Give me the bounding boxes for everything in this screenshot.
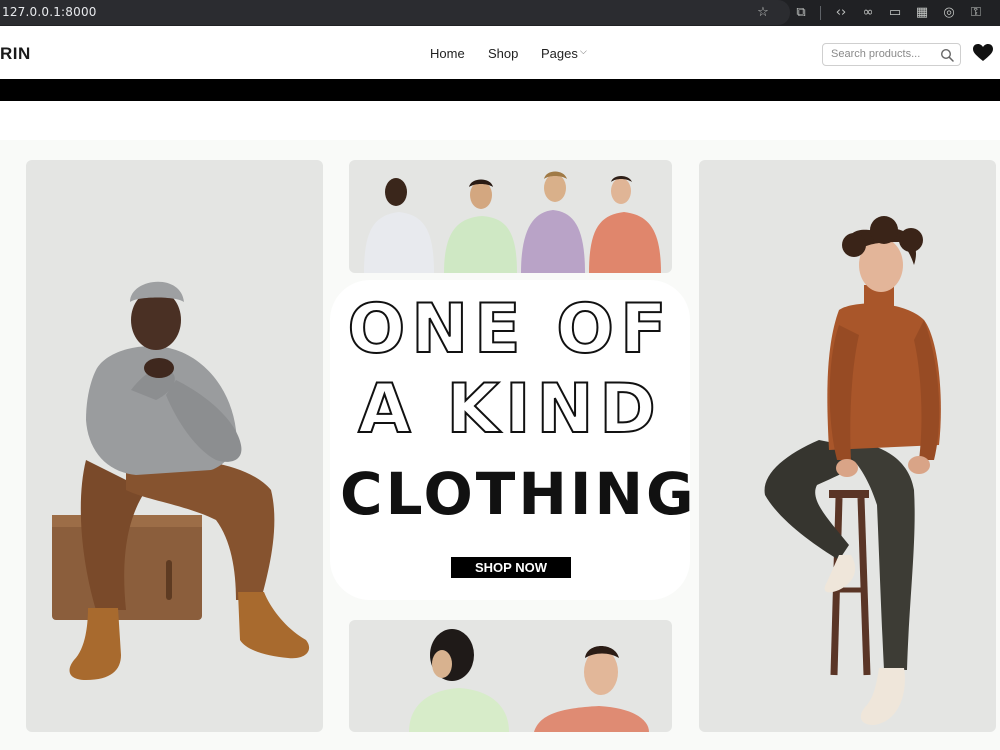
key-icon[interactable]: ⚿ <box>967 4 985 22</box>
link-icon[interactable]: ∞ <box>859 4 877 22</box>
nav-pages-link[interactable]: Pages <box>541 46 578 61</box>
site-header: RIN Home Shop Pages ⌵ <box>0 26 1000 79</box>
hero-image-top-group <box>349 160 672 273</box>
heart-icon[interactable] <box>973 44 993 62</box>
address-bar[interactable]: 127.0.0.1:8000 ☆ <box>0 0 790 25</box>
hero-headline-line3: CLOTHING <box>340 460 697 528</box>
chevron-down-icon[interactable]: ⌵ <box>580 46 587 57</box>
code-icon[interactable]: ‹› <box>832 4 850 22</box>
hero-headline-line2: A KIND <box>357 369 662 450</box>
search-box <box>822 43 961 66</box>
cast-icon[interactable]: ▭ <box>886 4 904 22</box>
shop-now-button[interactable]: SHOP NOW <box>451 557 571 578</box>
hero-image-right <box>699 160 996 732</box>
announcement-bar <box>0 79 1000 101</box>
qr-code-icon[interactable]: ▦ <box>913 4 931 22</box>
browser-toolbar: 127.0.0.1:8000 ☆ ⧉ ‹› ∞ ▭ ▦ ◎ ⚿ <box>0 0 1000 26</box>
site-logo[interactable]: RIN <box>0 44 31 64</box>
toolbar-divider <box>820 6 821 20</box>
hero-section: ONE OF A KIND CLOTHING SHOP NOW <box>0 140 1000 750</box>
models-pair-image <box>409 629 649 732</box>
hero-headline-line1: ONE OF <box>346 289 673 370</box>
nav-shop-link[interactable]: Shop <box>488 46 518 61</box>
star-icon[interactable]: ☆ <box>754 4 772 22</box>
extension-icon[interactable]: ⧉ <box>792 4 810 22</box>
hero-image-left <box>26 160 323 732</box>
model-seated-left-image <box>52 281 310 680</box>
screenshot-icon[interactable]: ◎ <box>940 4 958 22</box>
search-input[interactable] <box>831 48 939 60</box>
nav-home-link[interactable]: Home <box>430 46 465 61</box>
model-stool-right-image <box>764 216 941 725</box>
hero-image-bottom <box>349 620 672 732</box>
address-bar-url[interactable]: 127.0.0.1:8000 <box>2 5 97 19</box>
models-group-image <box>364 171 661 273</box>
search-icon[interactable] <box>940 48 954 62</box>
